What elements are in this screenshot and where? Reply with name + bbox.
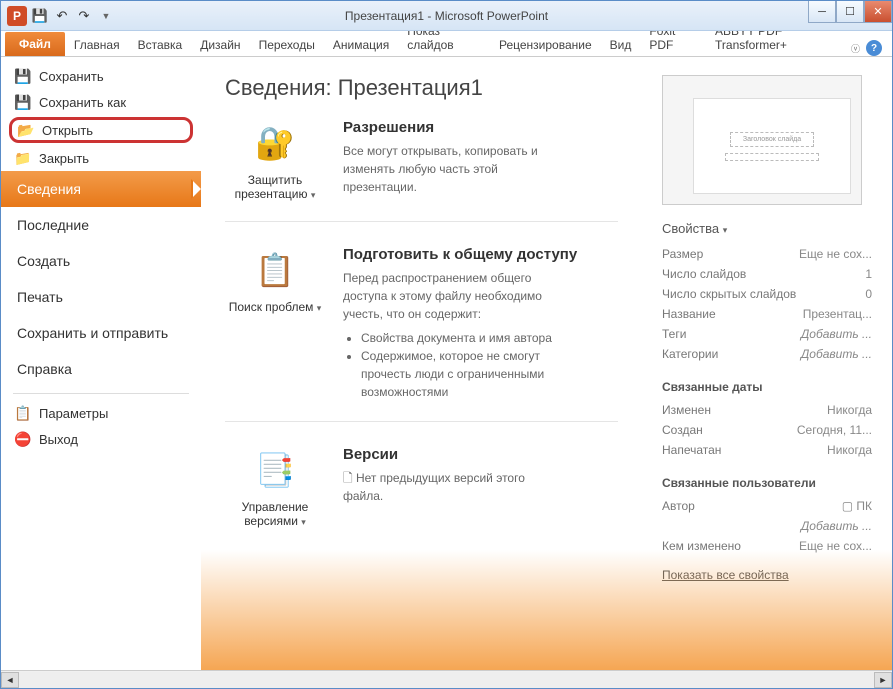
section-prepare-share: 📋 Поиск проблем ▾ Подготовить к общему д… [225,246,618,422]
folder-close-icon: 📁 [15,150,31,166]
exit-icon: ⛔ [15,431,31,447]
app-window: P 💾 ↶ ↷ ▼ Презентация1 - Microsoft Power… [0,0,893,689]
tab-design[interactable]: Дизайн [191,34,249,56]
versions-text: 🗋 Нет предыдущих версий этого файла. [343,469,553,505]
sidebar-item-help[interactable]: Справка [1,351,201,387]
section-permissions: 🔐 Защитить презентацию ▾ Разрешения Все … [225,119,618,222]
sidebar-item-info[interactable]: Сведения [1,171,201,207]
save-disk-icon: 💾 [15,68,31,84]
window-controls: ─ ☐ ✕ [808,1,892,23]
ribbon-tabs: Файл Главная Вставка Дизайн Переходы Ани… [1,31,892,57]
scroll-right-icon[interactable]: ► [874,672,892,688]
show-all-properties-link[interactable]: Показать все свойства [662,568,789,582]
undo-icon[interactable]: ↶ [53,7,71,25]
checklist-icon: 📋 [251,246,299,294]
tab-animation[interactable]: Анимация [324,34,398,56]
thumb-title-placeholder: Заголовок слайда [730,132,814,147]
qat-dropdown-icon[interactable]: ▼ [97,7,115,25]
window-title: Презентация1 - Microsoft PowerPoint [1,9,892,23]
prepare-text: Перед распространением общего доступа к … [343,269,553,401]
page-title: Сведения: Презентация1 [225,75,618,101]
tab-home[interactable]: Главная [65,34,129,56]
sidebar-item-close[interactable]: 📁Закрыть [1,145,201,171]
tab-file[interactable]: Файл [5,32,65,56]
help-icon[interactable]: ? [866,40,882,56]
permissions-text: Все могут открывать, копировать и изменя… [343,142,553,196]
close-button[interactable]: ✕ [864,1,892,23]
titlebar: P 💾 ↶ ↷ ▼ Презентация1 - Microsoft Power… [1,1,892,31]
properties-dropdown[interactable]: Свойства ▾ [662,221,872,236]
options-icon: 📋 [15,405,31,421]
dropdown-icon: ▾ [311,190,316,200]
sidebar-item-options[interactable]: 📋Параметры [1,400,201,426]
add-tags-link[interactable]: Добавить ... [801,327,872,341]
related-users-heading: Связанные пользователи [662,476,872,490]
versions-heading: Версии [343,446,618,463]
permissions-heading: Разрешения [343,119,618,136]
check-issues-button[interactable]: 📋 Поиск проблем ▾ [225,246,325,401]
properties-panel: Заголовок слайда Свойства ▾ РазмерЕще не… [642,57,892,670]
backstage-view: 💾Сохранить 💾Сохранить как 📂Открыть 📁Закр… [1,57,892,670]
sidebar-divider [13,393,189,394]
maximize-button[interactable]: ☐ [836,1,864,23]
redo-icon[interactable]: ↷ [75,7,93,25]
slide-thumbnail[interactable]: Заголовок слайда [662,75,862,205]
sidebar-item-open-highlighted[interactable]: 📂Открыть [9,117,193,143]
sidebar-item-save[interactable]: 💾Сохранить [1,63,201,89]
app-logo-icon: P [7,6,27,26]
add-author-link[interactable]: Добавить ... [801,519,872,533]
add-categories-link[interactable]: Добавить ... [801,347,872,361]
sidebar-item-share[interactable]: Сохранить и отправить [1,315,201,351]
tab-view[interactable]: Вид [601,34,641,56]
sidebar-item-exit[interactable]: ⛔Выход [1,426,201,452]
folder-open-icon: 📂 [18,122,34,138]
tab-transitions[interactable]: Переходы [250,34,324,56]
scroll-left-icon[interactable]: ◄ [1,672,19,688]
lock-key-icon: 🔐 [251,119,299,167]
saveas-icon: 💾 [15,94,31,110]
protect-presentation-button[interactable]: 🔐 Защитить презентацию ▾ [225,119,325,201]
tab-insert[interactable]: Вставка [129,34,192,56]
chevron-down-icon: ▾ [723,225,728,235]
horizontal-scrollbar[interactable]: ◄ ► [1,670,892,688]
backstage-sidebar: 💾Сохранить 💾Сохранить как 📂Открыть 📁Закр… [1,57,201,670]
dropdown-icon: ▾ [301,517,306,527]
dropdown-icon: ▾ [317,303,322,313]
prepare-heading: Подготовить к общему доступу [343,246,618,263]
tab-review[interactable]: Рецензирование [490,34,601,56]
info-main-column: Сведения: Презентация1 🔐 Защитить презен… [201,57,642,670]
manage-versions-button[interactable]: 📑 Управление версиями ▾ [225,446,325,528]
save-icon[interactable]: 💾 [31,7,49,25]
minimize-ribbon-icon[interactable]: ⓥ [851,42,860,55]
related-dates-heading: Связанные даты [662,380,872,394]
sidebar-item-saveas[interactable]: 💾Сохранить как [1,89,201,115]
sidebar-item-recent[interactable]: Последние [1,207,201,243]
scroll-track[interactable] [19,672,874,688]
quick-access-toolbar: P 💾 ↶ ↷ ▼ [1,6,115,26]
backstage-content: Сведения: Презентация1 🔐 Защитить презен… [201,57,892,670]
sidebar-item-print[interactable]: Печать [1,279,201,315]
minimize-button[interactable]: ─ [808,1,836,23]
section-versions: 📑 Управление версиями ▾ Версии 🗋 Нет пре… [225,446,618,548]
versions-icon: 📑 [251,446,299,494]
sidebar-item-new[interactable]: Создать [1,243,201,279]
